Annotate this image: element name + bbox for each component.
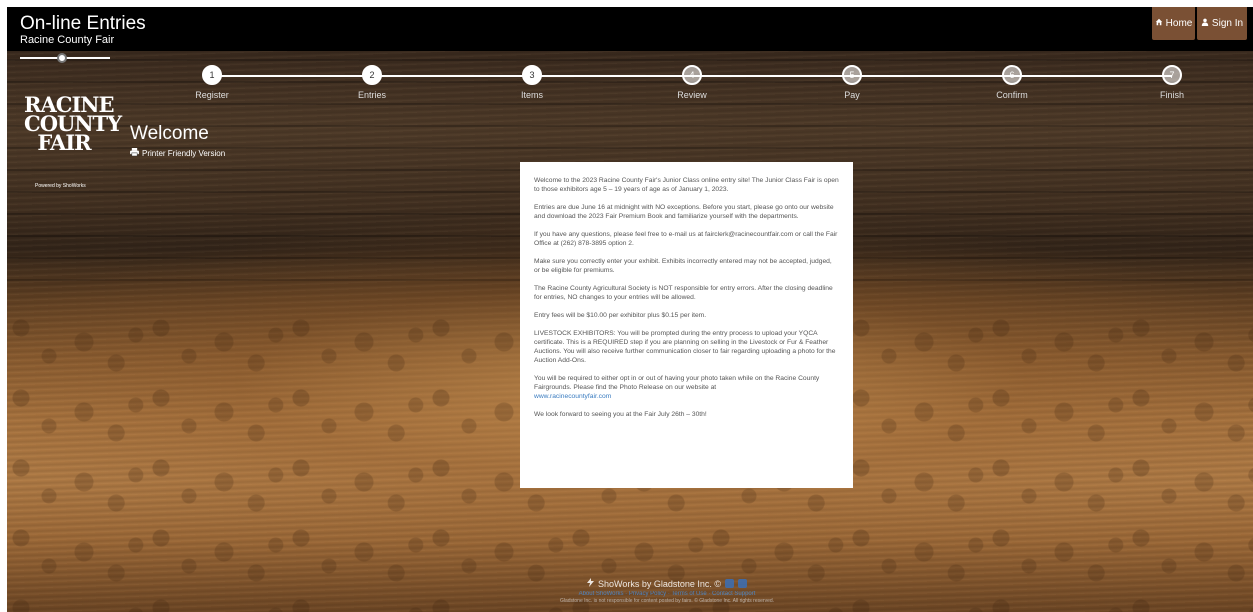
wizard-step-finish: 7 Finish	[1142, 65, 1202, 100]
page-background: On-line Entries Racine County Fair Home …	[7, 7, 1253, 612]
wizard-step-label: Review	[677, 90, 707, 100]
responsibility-paragraph: The Racine County Agricultural Society i…	[534, 285, 833, 301]
app-title: On-line Entries	[20, 13, 146, 34]
section-indicator-dot	[57, 53, 67, 63]
home-icon	[1155, 18, 1163, 29]
correct-entry-paragraph: Make sure you correctly enter your exhib…	[534, 258, 832, 274]
deadline-paragraph: Entries are due June 16 at midnight with…	[534, 204, 834, 220]
app-subtitle: Racine County Fair	[20, 34, 115, 46]
wizard-step-number: 2	[362, 65, 382, 85]
fees-paragraph: Entry fees will be $10.00 per exhibitor …	[534, 312, 707, 319]
livestock-paragraph: LIVESTOCK EXHIBITORS: You will be prompt…	[534, 330, 836, 364]
wizard-step-label: Entries	[357, 90, 386, 100]
wizard-step-items: 3 Items	[502, 65, 562, 100]
wizard-step-label: Items	[520, 90, 543, 100]
wizard-step-number: 3	[522, 65, 542, 85]
wizard-step-number: 5	[842, 65, 862, 85]
printer-icon	[130, 148, 139, 158]
welcome-content-panel: Welcome to the 2023 Racine County Fair's…	[520, 162, 853, 488]
wizard-step-entries: 2 Entries	[342, 65, 402, 100]
welcome-paragraph: Welcome to the 2023 Racine County Fair's…	[534, 177, 839, 193]
home-button-label: Home	[1165, 18, 1193, 29]
wizard-step-number: 7	[1162, 65, 1182, 85]
wizard-step-label: Confirm	[996, 90, 1028, 100]
top-navbar: On-line Entries Racine County Fair Home …	[7, 7, 1253, 51]
sign-in-button[interactable]: Sign In	[1197, 7, 1247, 40]
contact-paragraph: If you have any questions, please feel f…	[534, 231, 838, 247]
closing-paragraph: We look forward to seeing you at the Fai…	[534, 411, 707, 418]
user-icon	[1201, 18, 1209, 29]
racine-county-fair-logo[interactable]: RACINE COUNTY FAIR	[24, 94, 122, 153]
wizard-step-label: Finish	[1159, 90, 1184, 100]
photo-release-paragraph: You will be required to either opt in or…	[534, 374, 839, 401]
home-button[interactable]: Home	[1152, 7, 1195, 40]
instagram-icon[interactable]	[725, 579, 735, 588]
wizard-step-pay: 5 Pay	[822, 65, 882, 100]
footer-brand-text: ShoWorks by Gladstone Inc. ©	[597, 578, 722, 589]
wizard-step-confirm: 6 Confirm	[982, 65, 1042, 100]
footer-brand: ShoWorks by Gladstone Inc. ©	[487, 578, 847, 589]
footer-links[interactable]: About ShoWorks · Privacy Policy · Terms …	[487, 591, 847, 597]
wizard-step-number: 6	[1002, 65, 1022, 85]
page-title: Welcome	[130, 123, 209, 144]
fair-website-link[interactable]: www.racinecountyfair.com	[534, 393, 611, 400]
facebook-icon[interactable]	[738, 579, 748, 588]
powered-by-text: Powered by ShoWorks	[35, 183, 86, 189]
printer-friendly-link[interactable]: Printer Friendly Version	[130, 148, 225, 158]
photo-release-text: You will be required to either opt in or…	[534, 375, 820, 391]
wizard-step-number: 1	[202, 65, 222, 85]
showorks-logo-icon	[586, 578, 594, 589]
sign-in-label: Sign In	[1211, 18, 1244, 29]
wizard-step-label: Pay	[844, 90, 860, 100]
wizard-step-label: Register	[195, 90, 229, 100]
wizard-step-register: 1 Register	[182, 65, 242, 100]
footer: ShoWorks by Gladstone Inc. © About ShoWo…	[487, 578, 847, 604]
wizard-step-review: 4 Review	[662, 65, 722, 100]
printer-friendly-label: Printer Friendly Version	[142, 148, 226, 158]
wizard-step-number: 4	[682, 65, 702, 85]
footer-disclaimer: Gladstone Inc. is not responsible for co…	[559, 598, 775, 604]
